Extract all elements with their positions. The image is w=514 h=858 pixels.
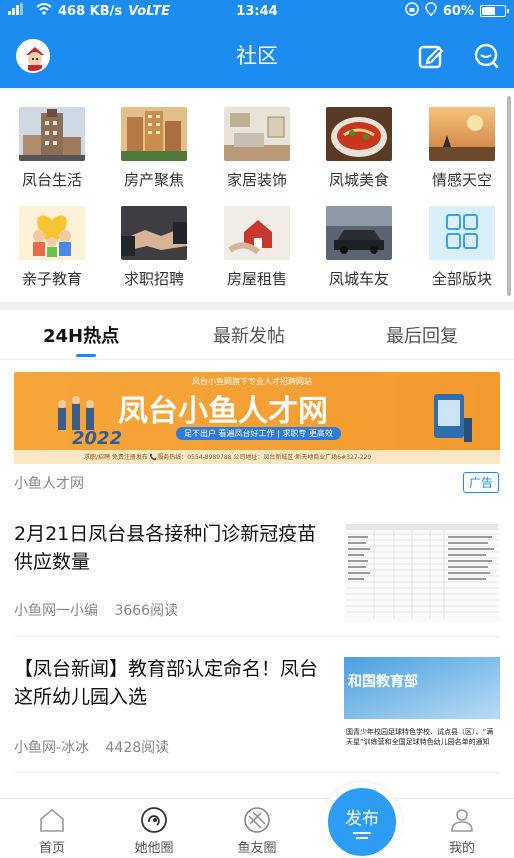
thumbnail-header: 和国教育部 — [348, 674, 418, 690]
interior-photo — [224, 107, 290, 161]
ad-banner-title: 凤台小鱼人才网 — [118, 394, 328, 429]
tab-last-reply[interactable]: 最后回复 — [386, 322, 458, 348]
apartments-photo — [121, 107, 187, 161]
article-meta: 小鱼网一小编 3666阅读 — [14, 600, 178, 620]
status-time: 13:44 — [236, 3, 278, 19]
battery-percent: 60% — [442, 3, 474, 19]
article-views: 4428阅读 — [105, 740, 170, 756]
ad-badge: 广告 — [463, 472, 500, 493]
house-key-photo — [224, 206, 290, 260]
category-food[interactable]: 凤城美食 — [314, 107, 404, 203]
publish-button[interactable]: 发布 — [322, 782, 402, 858]
category-realestate[interactable]: 房产聚焦 — [109, 107, 199, 203]
nav-label: 鱼友圈 — [237, 841, 277, 856]
nav-fish-circle[interactable]: 鱼友圈 — [217, 799, 297, 858]
ad-banner[interactable]: 凤台小鱼网旗下专业人才招聘网站 凤台小鱼人才网 足不出户 看遍凤台好工作 | 求… — [14, 372, 500, 464]
article-author: 小鱼网-冰冰 — [14, 740, 90, 756]
lock-rotation-icon — [405, 2, 419, 20]
network-speed: 468 KB/s — [58, 3, 123, 19]
category-all[interactable]: 全部版块 — [417, 206, 507, 302]
divider — [14, 772, 500, 773]
car-photo — [326, 206, 392, 260]
ad-source: 小鱼人才网 — [14, 476, 84, 492]
thumbnail-caption: 国青少年校园足球特色学校、试点县（区）、“满天星”训练营和全国足球特色幼儿园名单… — [346, 728, 494, 746]
home-icon — [40, 808, 64, 832]
article-thumbnail: 和国教育部 国青少年校园足球特色学校、试点县（区）、“满天星”训练营和全国足球特… — [344, 657, 500, 757]
location-icon — [425, 2, 437, 20]
publish-icon-line — [356, 837, 368, 839]
bottom-nav: 首页 她他圈 鱼友圈 我的 — [0, 798, 514, 858]
category-grid: 凤台生活 房产聚焦 家居装饰 凤城美食 情感天空 亲子教育 求职招聘 房屋租售 … — [0, 88, 514, 303]
nav-label: 她他圈 — [134, 841, 174, 856]
grid-icon — [429, 206, 495, 260]
category-car[interactable]: 凤城车友 — [314, 206, 404, 302]
aperture-icon — [244, 807, 270, 833]
article-meta: 小鱼网-冰冰 4428阅读 — [14, 737, 169, 757]
article-views: 3666阅读 — [114, 603, 179, 619]
nav-me[interactable]: 我的 — [422, 799, 502, 858]
battery-icon — [480, 5, 509, 17]
tab-indicator — [76, 354, 96, 357]
app-header: 社区 — [0, 22, 514, 88]
circle-icon — [141, 807, 167, 833]
article-thumbnail — [344, 522, 500, 622]
category-jobs[interactable]: 求职招聘 — [109, 206, 199, 302]
edit-icon[interactable] — [417, 42, 445, 70]
signal-icon — [8, 3, 30, 19]
sunset-photo — [429, 107, 495, 161]
nav-circle[interactable]: 她他圈 — [114, 799, 194, 858]
family-photo — [19, 206, 85, 260]
nav-label: 我的 — [448, 841, 475, 856]
user-avatar-icon[interactable] — [16, 39, 50, 73]
ad-banner-year: 2022 — [72, 428, 123, 449]
publish-icon — [353, 832, 371, 834]
category-education[interactable]: 亲子教育 — [7, 206, 97, 302]
page-title: 社区 — [236, 44, 278, 68]
wifi-icon — [36, 3, 52, 19]
category-label: 凤城美食 — [328, 171, 389, 189]
article-title: 2月21日凤台县各接种门诊新冠疫苗供应数量 — [14, 523, 317, 573]
section-divider — [0, 302, 514, 310]
category-label: 房产聚焦 — [123, 171, 184, 189]
category-label: 家居装饰 — [226, 171, 287, 189]
nav-label: 首页 — [38, 841, 65, 856]
feed-tabs: 24H热点 最新发帖 最后回复 — [0, 310, 514, 360]
category-label: 凤城车友 — [328, 270, 389, 288]
category-label: 全部版块 — [431, 270, 492, 288]
tab-latest-posts[interactable]: 最新发帖 — [213, 322, 285, 348]
category-label: 房屋租售 — [226, 270, 287, 288]
nav-home[interactable]: 首页 — [12, 799, 92, 858]
publish-label: 发布 — [345, 809, 379, 829]
ad-banner-sub: 足不出户 看遍凤台好工作 | 求职专 更高效 — [176, 427, 341, 440]
tab-24h-hot[interactable]: 24H热点 — [43, 322, 119, 348]
person-icon — [451, 809, 473, 832]
category-home-decor[interactable]: 家居装饰 — [212, 107, 302, 203]
article-title: 【凤台新闻】教育部认定命名！凤台这所幼儿园入选 — [14, 658, 319, 708]
status-bar: 468 KB/s VoLTE 13:44 60% — [0, 0, 514, 22]
category-label: 情感天空 — [431, 171, 492, 189]
chat-icon[interactable] — [472, 42, 500, 70]
category-emotion[interactable]: 情感天空 — [417, 107, 507, 203]
divider — [14, 636, 500, 637]
category-life[interactable]: 凤台生活 — [7, 107, 97, 203]
article-item[interactable]: 【凤台新闻】教育部认定命名！凤台这所幼儿园入选 小鱼网-冰冰 4428阅读 和国… — [14, 655, 500, 765]
food-photo — [326, 107, 392, 161]
handshake-photo — [121, 206, 187, 260]
category-label: 求职招聘 — [123, 270, 184, 288]
building-photo — [19, 107, 85, 161]
article-item[interactable]: 2月21日凤台县各接种门诊新冠疫苗供应数量 小鱼网一小编 3666阅读 — [14, 520, 500, 628]
scrollbar[interactable] — [507, 96, 511, 296]
category-label: 亲子教育 — [21, 270, 82, 288]
category-rent-sale[interactable]: 房屋租售 — [212, 206, 302, 302]
category-label: 凤台生活 — [21, 171, 82, 189]
article-author: 小鱼网一小编 — [14, 603, 98, 619]
ad-banner-bottom: 求职/招聘 免费注册发布 📞服务热线：0554-8989788 公司地址：凤台新… — [84, 454, 372, 461]
volte-label: VoLTE — [128, 3, 171, 19]
